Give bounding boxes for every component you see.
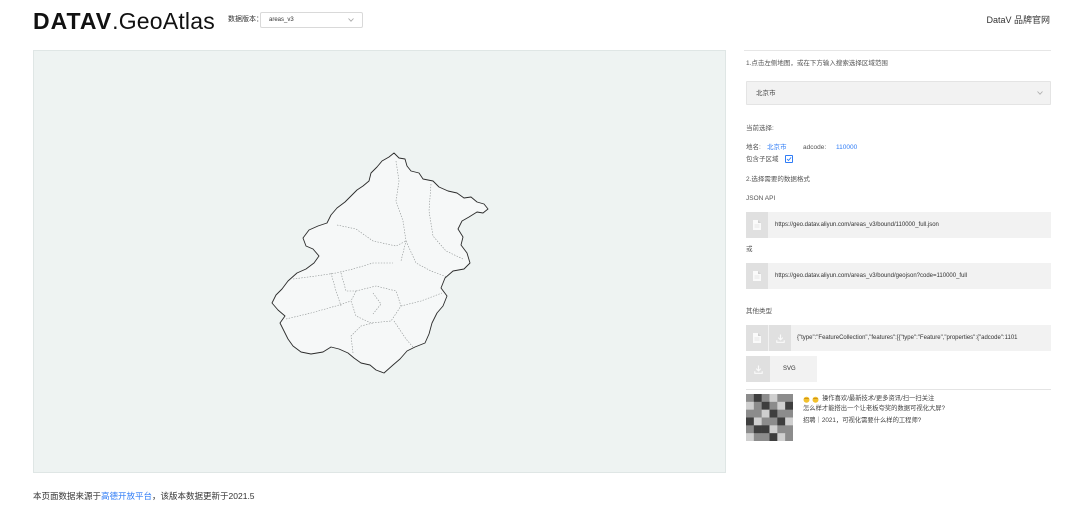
file-icon <box>753 333 761 343</box>
logo-bold-text: DATAV <box>33 8 113 34</box>
checkbox-checked-icon <box>786 157 792 162</box>
map-canvas[interactable] <box>33 50 726 473</box>
footer-prefix: 本页面数据来源于 <box>33 491 102 501</box>
qr-code-image <box>746 394 793 441</box>
download-icon <box>775 334 785 343</box>
region-outline <box>271 152 489 374</box>
geojson-preview-text[interactable]: {"type":"FeatureCollection","features":[… <box>797 334 1018 342</box>
geojson-preview-box[interactable]: {"type":"FeatureCollection","features":[… <box>746 325 1051 351</box>
file-icon <box>753 220 761 230</box>
include-subregions-label: 包含子区域 <box>746 156 779 163</box>
adcode-label: adcode: <box>803 144 827 151</box>
geojson-url-box[interactable]: https://geo.datav.aliyun.com/areas_v3/bo… <box>746 263 1051 289</box>
json-full-url[interactable]: https://geo.datav.aliyun.com/areas_v3/bo… <box>775 221 939 229</box>
download-geojson-button[interactable] <box>769 325 791 351</box>
svg-label[interactable]: SVG <box>783 365 796 373</box>
beijing-map[interactable] <box>34 51 727 474</box>
json-full-url-box[interactable]: https://geo.datav.aliyun.com/areas_v3/bo… <box>746 212 1051 238</box>
chevron-down-icon <box>1037 91 1043 95</box>
logo[interactable]: DATAV.GeoAtlas <box>33 8 215 34</box>
version-select-value: areas_v3 <box>269 17 294 23</box>
step2-instruction: 2.选择需要的数据格式 <box>746 176 810 183</box>
place-name-value: 北京市 <box>767 144 787 151</box>
adcode-value: 110000 <box>836 144 858 151</box>
promo-article-link[interactable]: 怎么样才能搭出一个让老板夸奖的数据可视化大屏? <box>803 405 945 413</box>
download-icon <box>753 365 763 374</box>
region-search-select[interactable]: 北京市 <box>746 81 1051 105</box>
geojson-url[interactable]: https://geo.datav.aliyun.com/areas_v3/bo… <box>775 272 967 280</box>
footer-note: 本页面数据来源于高德开放平台，该版本数据更新于2021.5 <box>33 491 255 502</box>
or-label: 或 <box>746 246 753 253</box>
qr-code <box>746 394 793 441</box>
step1-instruction: 1.点击左侧地图，或在下方输入搜索选择区域范围 <box>746 60 888 67</box>
selection-panel: 1.点击左侧地图，或在下方输入搜索选择区域范围 北京市 当前选择: 地名: 北京… <box>744 50 1051 445</box>
other-types-label: 其他类型 <box>746 308 772 315</box>
divider <box>746 389 1051 390</box>
version-select[interactable]: areas_v3 <box>260 12 363 28</box>
copy-button[interactable] <box>746 325 768 351</box>
pointing-hand-icon <box>812 396 819 403</box>
logo-light-text: .GeoAtlas <box>112 8 215 34</box>
current-selection-label: 当前选择: <box>746 125 774 132</box>
chevron-down-icon <box>348 18 354 22</box>
place-name-label: 地名: <box>746 144 761 151</box>
footer-suffix: ，该版本数据更新于2021.5 <box>152 491 255 501</box>
copy-button[interactable] <box>746 263 768 289</box>
version-label: 数据版本： <box>228 16 263 23</box>
include-subregions-checkbox[interactable] <box>785 155 793 163</box>
file-icon <box>753 271 761 281</box>
json-api-label: JSON API <box>746 195 776 202</box>
download-svg-button[interactable] <box>746 356 770 382</box>
pointing-hand-icon <box>803 396 810 403</box>
amap-open-platform-link[interactable]: 高德开放平台 <box>101 491 152 501</box>
copy-button[interactable] <box>746 212 768 238</box>
region-select-value: 北京市 <box>756 90 776 97</box>
brand-site-link[interactable]: DataV 品牌官网 <box>986 15 1050 26</box>
svg-download-box[interactable]: SVG <box>746 356 817 382</box>
promo-article-link[interactable]: 招聘｜2021，可视化需要什么样的工程师? <box>803 417 921 425</box>
promo-line-follow: 操作喜欢/最新技术/更多资讯/扫一扫关注 <box>822 395 935 402</box>
